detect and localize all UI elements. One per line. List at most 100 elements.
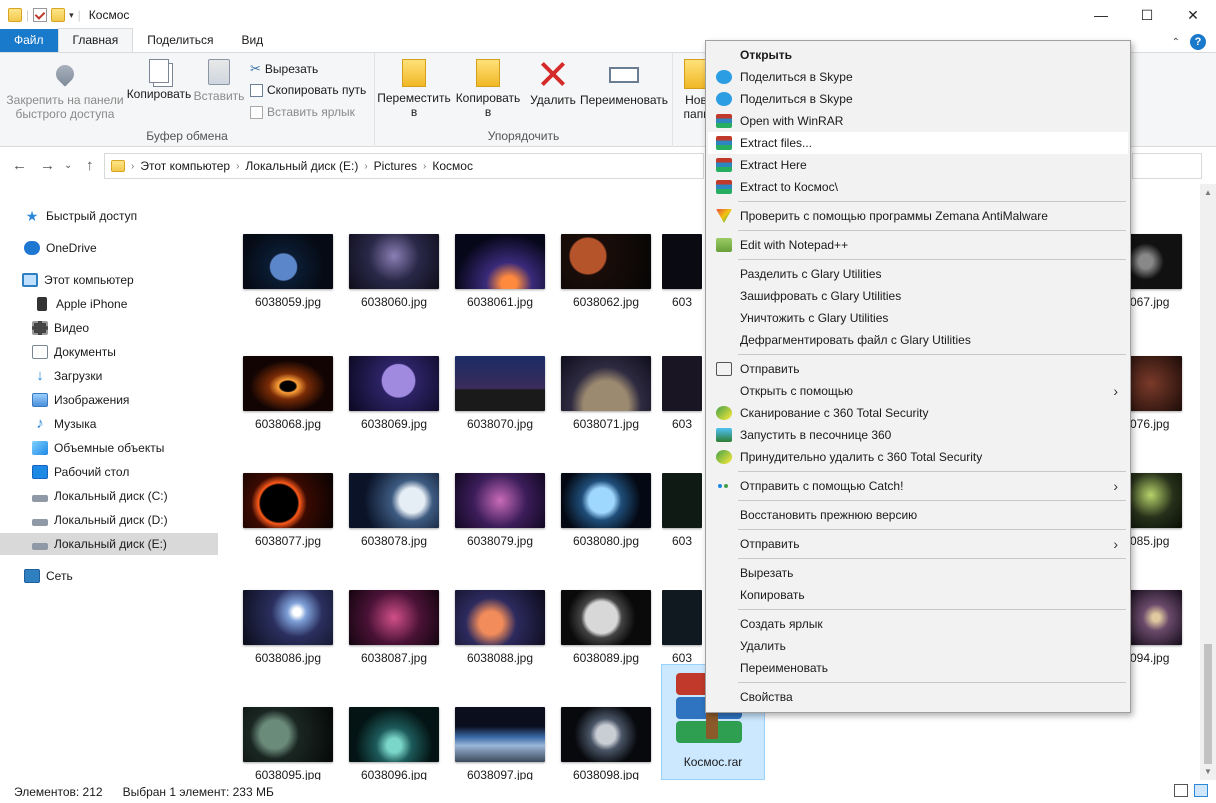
menu-properties[interactable]: Свойства bbox=[708, 686, 1128, 708]
file-tile[interactable]: 6038059.jpg bbox=[238, 234, 338, 309]
tab-view[interactable]: Вид bbox=[227, 29, 277, 52]
file-tile[interactable]: 6038070.jpg bbox=[450, 356, 550, 431]
nav-onedrive[interactable]: OneDrive bbox=[0, 237, 218, 259]
file-tile[interactable]: 6038098.jpg bbox=[556, 707, 656, 780]
nav-video[interactable]: Видео bbox=[0, 317, 218, 339]
tab-share[interactable]: Поделиться bbox=[133, 29, 227, 52]
back-button[interactable]: ← bbox=[12, 157, 27, 174]
nav-drive-c[interactable]: Локальный диск (C:) bbox=[0, 485, 218, 507]
menu-share-skype-1[interactable]: Поделиться в Skype bbox=[708, 66, 1128, 88]
search-input[interactable] bbox=[1132, 153, 1202, 179]
menu-share-skype-2[interactable]: Поделиться в Skype bbox=[708, 88, 1128, 110]
file-tile[interactable]: 6038061.jpg bbox=[450, 234, 550, 309]
file-tile[interactable]: 6038062.jpg bbox=[556, 234, 656, 309]
pin-quick-access-button[interactable]: Закрепить на панели быстрого доступа bbox=[6, 59, 124, 121]
breadcrumb-drive-e[interactable]: Локальный диск (E:) bbox=[245, 159, 358, 173]
menu-open-with-winrar[interactable]: Open with WinRAR bbox=[708, 110, 1128, 132]
maximize-button[interactable]: ☐ bbox=[1124, 0, 1170, 30]
file-tile[interactable]: 076.jpg bbox=[1130, 356, 1190, 431]
menu-copy[interactable]: Копировать bbox=[708, 584, 1128, 606]
menu-create-shortcut[interactable]: Создать ярлык bbox=[708, 613, 1128, 635]
menu-send-catch[interactable]: Отправить с помощью Catch! › bbox=[708, 475, 1128, 497]
large-icons-view-icon[interactable] bbox=[1194, 784, 1208, 797]
menu-open-with[interactable]: Открыть с помощью › bbox=[708, 380, 1128, 402]
help-icon[interactable]: ? bbox=[1190, 34, 1206, 50]
scrollbar-thumb[interactable] bbox=[1204, 644, 1212, 764]
scroll-down-icon[interactable]: ▼ bbox=[1204, 767, 1212, 776]
file-tile[interactable]: 6038077.jpg bbox=[238, 473, 338, 548]
paste-shortcut-button[interactable]: Вставить ярлык bbox=[250, 105, 355, 119]
rename-button[interactable]: Переименовать bbox=[579, 59, 669, 107]
breadcrumb-kosmos[interactable]: Космос bbox=[432, 159, 473, 173]
menu-force-delete-360[interactable]: Принудительно удалить с 360 Total Securi… bbox=[708, 446, 1128, 468]
menu-rename[interactable]: Переименовать bbox=[708, 657, 1128, 679]
tab-home[interactable]: Главная bbox=[57, 28, 134, 52]
menu-edit-notepadpp[interactable]: Edit with Notepad++ bbox=[708, 234, 1128, 256]
file-tile[interactable]: 6038088.jpg bbox=[450, 590, 550, 665]
cut-button[interactable]: ✂ Вырезать bbox=[250, 61, 318, 77]
file-tile[interactable]: 085.jpg bbox=[1130, 473, 1190, 548]
copy-path-button[interactable]: Скопировать путь bbox=[250, 83, 366, 97]
menu-shred-glary[interactable]: Уничтожить с Glary Utilities bbox=[708, 307, 1128, 329]
menu-extract-files[interactable]: Extract files... bbox=[708, 132, 1128, 154]
file-tile[interactable]: 067.jpg bbox=[1130, 234, 1190, 309]
file-tile[interactable]: 6038078.jpg bbox=[344, 473, 444, 548]
nav-this-pc[interactable]: Этот компьютер bbox=[0, 269, 218, 291]
file-tile[interactable]: 6038086.jpg bbox=[238, 590, 338, 665]
collapse-ribbon-icon[interactable]: ⌃ bbox=[1172, 37, 1180, 48]
menu-extract-to-folder[interactable]: Extract to Космос\ bbox=[708, 176, 1128, 198]
nav-network[interactable]: Сеть bbox=[0, 565, 218, 587]
copy-to-button[interactable]: Копировать в bbox=[453, 59, 523, 119]
menu-open[interactable]: Открыть bbox=[708, 44, 1128, 66]
file-tile[interactable]: 6038060.jpg bbox=[344, 234, 444, 309]
paste-button[interactable]: Вставить bbox=[194, 59, 244, 103]
file-tile[interactable]: 6038089.jpg bbox=[556, 590, 656, 665]
file-tile[interactable]: 6038071.jpg bbox=[556, 356, 656, 431]
menu-sandbox-360[interactable]: Запустить в песочнице 360 bbox=[708, 424, 1128, 446]
menu-delete[interactable]: Удалить bbox=[708, 635, 1128, 657]
move-to-button[interactable]: Переместить в bbox=[377, 59, 451, 119]
menu-share[interactable]: Отправить bbox=[708, 358, 1128, 380]
tab-file[interactable]: Файл bbox=[0, 29, 58, 52]
nav-3d-objects[interactable]: Объемные объекты bbox=[0, 437, 218, 459]
menu-encrypt-glary[interactable]: Зашифровать с Glary Utilities bbox=[708, 285, 1128, 307]
menu-split-glary[interactable]: Разделить с Glary Utilities bbox=[708, 263, 1128, 285]
nav-music[interactable]: ♪ Музыка bbox=[0, 413, 218, 435]
up-button[interactable]: ↑ bbox=[86, 157, 94, 174]
file-tile[interactable]: 6038087.jpg bbox=[344, 590, 444, 665]
delete-button[interactable]: Удалить bbox=[529, 59, 577, 107]
menu-scan-zemana[interactable]: Проверить с помощью программы Zemana Ant… bbox=[708, 205, 1128, 227]
menu-defrag-glary[interactable]: Дефрагментировать файл с Glary Utilities bbox=[708, 329, 1128, 351]
nav-documents[interactable]: Документы bbox=[0, 341, 218, 363]
customize-qa-icon[interactable]: ▾ bbox=[69, 10, 74, 21]
file-tile[interactable]: 6038079.jpg bbox=[450, 473, 550, 548]
nav-apple-iphone[interactable]: Apple iPhone bbox=[0, 293, 218, 315]
nav-drive-e[interactable]: Локальный диск (E:) bbox=[0, 533, 218, 555]
copy-button[interactable]: Копировать bbox=[126, 59, 192, 101]
recent-locations-icon[interactable]: ⌄ bbox=[64, 160, 72, 171]
file-tile[interactable]: 094.jpg bbox=[1130, 590, 1190, 665]
nav-pictures[interactable]: Изображения bbox=[0, 389, 218, 411]
menu-restore-previous[interactable]: Восстановить прежнюю версию bbox=[708, 504, 1128, 526]
breadcrumb-pictures[interactable]: Pictures bbox=[374, 159, 417, 173]
nav-drive-d[interactable]: Локальный диск (D:) bbox=[0, 509, 218, 531]
file-tile[interactable]: 6038068.jpg bbox=[238, 356, 338, 431]
vertical-scrollbar[interactable]: ▲ ▼ bbox=[1200, 184, 1216, 780]
minimize-button[interactable]: — bbox=[1078, 0, 1124, 30]
file-tile[interactable]: 603 bbox=[662, 234, 702, 309]
forward-button[interactable]: → bbox=[40, 157, 55, 174]
file-tile[interactable]: 603 bbox=[662, 473, 702, 548]
file-tile[interactable]: 6038096.jpg bbox=[344, 707, 444, 780]
nav-desktop[interactable]: Рабочий стол bbox=[0, 461, 218, 483]
details-view-icon[interactable] bbox=[1174, 784, 1188, 797]
nav-quick-access[interactable]: ★ Быстрый доступ bbox=[0, 205, 218, 227]
file-tile[interactable]: 6038069.jpg bbox=[344, 356, 444, 431]
menu-extract-here[interactable]: Extract Here bbox=[708, 154, 1128, 176]
menu-send-to[interactable]: Отправить › bbox=[708, 533, 1128, 555]
properties-icon[interactable] bbox=[33, 8, 48, 22]
scroll-up-icon[interactable]: ▲ bbox=[1204, 188, 1212, 197]
file-tile[interactable]: 6038080.jpg bbox=[556, 473, 656, 548]
address-bar[interactable]: › Этот компьютер › Локальный диск (E:) ›… bbox=[104, 153, 704, 179]
menu-scan-360[interactable]: Сканирование с 360 Total Security bbox=[708, 402, 1128, 424]
menu-cut[interactable]: Вырезать bbox=[708, 562, 1128, 584]
